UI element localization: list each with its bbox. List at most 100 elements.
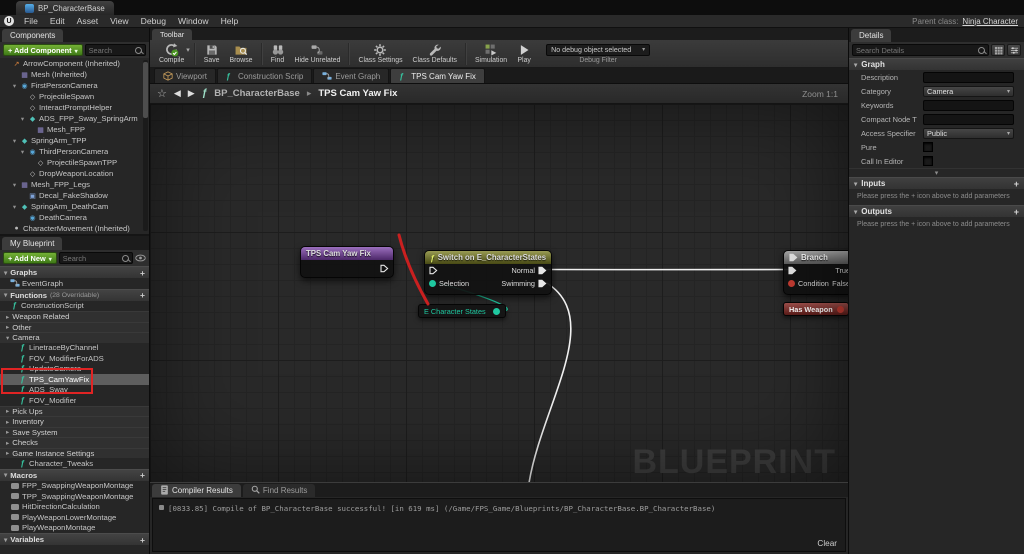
menu-edit[interactable]: Edit bbox=[44, 16, 71, 26]
menu-help[interactable]: Help bbox=[215, 16, 245, 26]
add-variables-button[interactable]: + bbox=[140, 535, 145, 545]
blueprint-item-character-tweaks[interactable]: ƒCharacter_Tweaks bbox=[0, 458, 149, 469]
tab-construction-scrip[interactable]: ƒConstruction Scrip bbox=[217, 68, 312, 83]
details-search[interactable] bbox=[852, 44, 989, 56]
show-advanced-icon[interactable] bbox=[849, 168, 1024, 177]
node-e-character-states[interactable]: E Character States bbox=[418, 304, 506, 318]
my-blueprint-search[interactable] bbox=[59, 252, 133, 264]
add-component-button[interactable]: + Add Component bbox=[3, 44, 83, 56]
exec-in-pin[interactable] bbox=[788, 266, 797, 275]
enum-output-pin[interactable] bbox=[493, 308, 500, 315]
section-variables[interactable]: ▾Variables+ bbox=[0, 533, 149, 545]
section-graphs[interactable]: ▾Graphs+ bbox=[0, 266, 149, 278]
menu-file[interactable]: File bbox=[18, 16, 44, 26]
category-checks[interactable]: ▸Checks bbox=[0, 437, 149, 448]
blueprint-item-constructionscript[interactable]: ƒConstructionScript bbox=[0, 301, 149, 312]
forward-icon[interactable] bbox=[188, 88, 195, 99]
blueprint-item-fpp-swappingweaponmontage[interactable]: FPP_SwappingWeaponMontage bbox=[0, 481, 149, 492]
details-search-input[interactable] bbox=[856, 46, 976, 55]
detail-text-field[interactable] bbox=[923, 72, 1014, 83]
component-tree-item-dropweaponlocation[interactable]: ◇DropWeaponLocation bbox=[0, 168, 149, 179]
bool-output-pin[interactable] bbox=[837, 306, 844, 313]
tab-compiler-results[interactable]: Compiler Results bbox=[152, 484, 241, 497]
component-tree-item-projectilespawn[interactable]: ◇ProjectileSpawn bbox=[0, 91, 149, 102]
category-other[interactable]: ▸Other bbox=[0, 322, 149, 333]
detail-checkbox[interactable] bbox=[923, 156, 933, 166]
hide-unrelated-button[interactable]: Hide Unrelated bbox=[290, 41, 346, 65]
blueprint-item-ads-sway[interactable]: ƒADS_Sway bbox=[0, 385, 149, 396]
component-tree-item-decal-fakeshadow[interactable]: ▣Decal_FakeShadow bbox=[0, 190, 149, 201]
add-input-button[interactable] bbox=[1014, 179, 1019, 189]
tab-tps-cam-yaw-fix[interactable]: ƒTPS Cam Yaw Fix bbox=[390, 68, 485, 83]
component-tree-item-mesh-fpp[interactable]: ▦Mesh_FPP bbox=[0, 124, 149, 135]
play-button[interactable]: Play bbox=[512, 41, 536, 65]
exec-out-pin-swimming[interactable] bbox=[538, 279, 547, 288]
collapse-icon[interactable]: ▾ bbox=[19, 115, 26, 123]
detail-checkbox[interactable] bbox=[923, 142, 933, 152]
property-matrix-icon[interactable] bbox=[991, 44, 1005, 56]
components-search-input[interactable] bbox=[89, 46, 133, 55]
node-tps-cam-yaw-fix[interactable]: TPS Cam Yaw Fix bbox=[300, 246, 394, 278]
blueprint-graph-canvas[interactable]: BLUEPRINT TPS Cam Yaw Fix Switch o bbox=[150, 104, 848, 482]
component-tree-item-mesh-inherited[interactable]: ▦Mesh (Inherited) bbox=[0, 69, 149, 80]
debug-object-dropdown[interactable]: No debug object selected bbox=[546, 44, 650, 56]
component-tree-item-ads-fpp-sway-springarm[interactable]: ▾◆ADS_FPP_Sway_SpringArm bbox=[0, 113, 149, 124]
node-has-weapon[interactable]: Has Weapon bbox=[783, 302, 848, 316]
blueprint-item-linetracebychannel[interactable]: ƒLinetraceByChannel bbox=[0, 343, 149, 354]
my-blueprint-tab[interactable]: My Blueprint bbox=[2, 237, 62, 250]
node-branch[interactable]: Branch True Condition False bbox=[783, 250, 848, 295]
components-scrollbar[interactable] bbox=[143, 60, 148, 231]
blueprint-item-hitdirectioncalculation[interactable]: HitDirectionCalculation bbox=[0, 502, 149, 513]
component-tree-item-firstpersoncamera[interactable]: ▾◉FirstPersonCamera bbox=[0, 80, 149, 91]
collapse-icon[interactable]: ▾ bbox=[11, 181, 18, 189]
collapse-icon[interactable]: ▾ bbox=[19, 148, 26, 156]
blueprint-item-tps-camyawfix[interactable]: ƒTPS_CamYawFix bbox=[0, 374, 149, 385]
exec-out-pin-normal[interactable] bbox=[538, 266, 547, 275]
add-macros-button[interactable]: + bbox=[140, 470, 145, 480]
compile-button[interactable]: Compile bbox=[154, 41, 189, 65]
category-weapon-related[interactable]: ▸Weapon Related bbox=[0, 311, 149, 322]
blueprint-item-playweaponmontage[interactable]: PlayWeaponMontage bbox=[0, 523, 149, 534]
blueprint-item-playweaponlowermontage[interactable]: PlayWeaponLowerMontage bbox=[0, 512, 149, 523]
component-tree-item-interactprompthelper[interactable]: ◇InteractPromptHelper bbox=[0, 102, 149, 113]
inputs-section-header[interactable]: Inputs bbox=[849, 177, 1024, 189]
find-button[interactable]: Find bbox=[266, 41, 290, 65]
parent-class-link[interactable]: Ninja Character bbox=[962, 17, 1018, 26]
blueprint-item-updatecamera[interactable]: ƒUpdateCamera bbox=[0, 364, 149, 375]
toolbar-tab[interactable]: Toolbar bbox=[152, 29, 192, 40]
blueprint-item-eventgraph[interactable]: EventGraph bbox=[0, 278, 149, 289]
display-filter-icon[interactable] bbox=[1007, 44, 1021, 56]
window-tab[interactable]: BP_CharacterBase bbox=[16, 1, 114, 15]
add-new-button[interactable]: + Add New bbox=[3, 252, 57, 264]
component-tree-item-projectilespawntpp[interactable]: ◇ProjectileSpawnTPP bbox=[0, 157, 149, 168]
components-tab[interactable]: Components bbox=[2, 29, 63, 42]
tab-viewport[interactable]: Viewport bbox=[154, 68, 216, 83]
details-tab[interactable]: Details bbox=[851, 29, 891, 42]
tab-find-results[interactable]: Find Results bbox=[243, 484, 315, 497]
section-functions[interactable]: ▾Functions(28 Overridable)+ bbox=[0, 289, 149, 301]
component-tree-item-deathcamera[interactable]: ◉DeathCamera bbox=[0, 212, 149, 223]
detail-dropdown[interactable]: Camera bbox=[923, 86, 1014, 97]
compile-options-caret-icon[interactable]: ▾ bbox=[186, 46, 190, 54]
condition-bool-pin[interactable] bbox=[788, 280, 795, 287]
add-graphs-button[interactable]: + bbox=[140, 268, 145, 278]
component-tree-item-springarm-tpp[interactable]: ▾◆SpringArm_TPP bbox=[0, 135, 149, 146]
scrollbar-thumb[interactable] bbox=[143, 62, 148, 118]
detail-text-field[interactable] bbox=[923, 100, 1014, 111]
add-functions-button[interactable]: + bbox=[140, 290, 145, 300]
category-camera[interactable]: ▾Camera bbox=[0, 332, 149, 343]
favorite-star-icon[interactable] bbox=[157, 87, 167, 100]
blueprint-item-fov-modifierforads[interactable]: ƒFOV_ModifierForADS bbox=[0, 353, 149, 364]
breadcrumb-root[interactable]: BP_CharacterBase bbox=[214, 88, 300, 99]
collapse-icon[interactable]: ▾ bbox=[11, 203, 18, 211]
menu-view[interactable]: View bbox=[104, 16, 134, 26]
section-macros[interactable]: ▾Macros+ bbox=[0, 469, 149, 481]
component-tree-item-mesh-fpp-legs[interactable]: ▾▦Mesh_FPP_Legs bbox=[0, 179, 149, 190]
class-settings-button[interactable]: Class Settings bbox=[353, 41, 407, 65]
component-tree-item-springarm-deathcam[interactable]: ▾◆SpringArm_DeathCam bbox=[0, 201, 149, 212]
component-tree-item-arrowcomponent-inherited[interactable]: ↗ArrowComponent (Inherited) bbox=[0, 58, 149, 69]
components-search[interactable] bbox=[85, 44, 146, 56]
enum-input-pin[interactable] bbox=[429, 280, 436, 287]
detail-dropdown[interactable]: Public bbox=[923, 128, 1014, 139]
tab-event-graph[interactable]: Event Graph bbox=[313, 68, 389, 83]
